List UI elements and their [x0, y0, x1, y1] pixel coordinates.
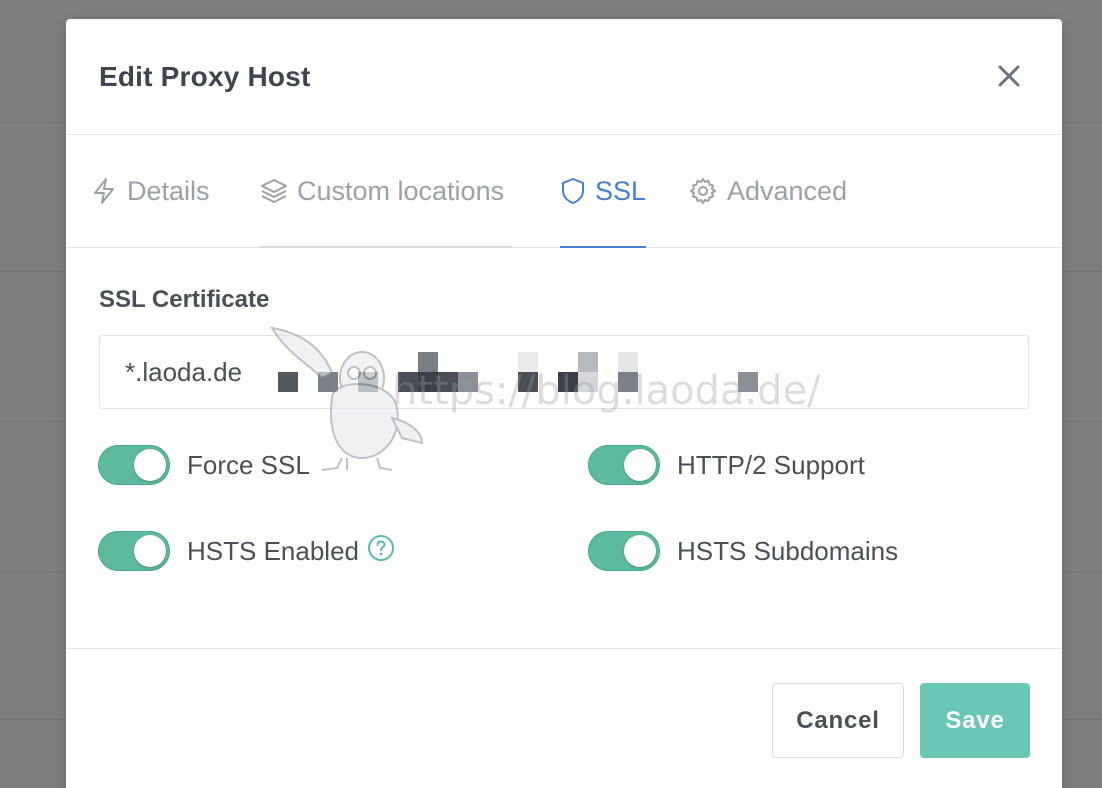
hsts-enabled-toggle[interactable] — [98, 531, 170, 571]
edit-proxy-host-modal: Edit Proxy Host Details Custom locations — [66, 19, 1062, 788]
save-button[interactable]: Save — [920, 683, 1030, 758]
close-button[interactable] — [992, 59, 1026, 93]
help-icon[interactable] — [367, 534, 395, 562]
toggle-knob — [624, 449, 656, 481]
tab-custom-locations-label: Custom locations — [297, 175, 505, 206]
gear-icon — [690, 178, 716, 204]
tab-details-label: Details — [127, 175, 210, 206]
cancel-button[interactable]: Cancel — [772, 683, 904, 758]
tab-custom-locations[interactable]: Custom locations — [260, 135, 504, 247]
tab-advanced-label: Advanced — [727, 175, 848, 206]
http2-row: HTTP/2 Support — [588, 445, 865, 485]
force-ssl-label: Force SSL — [187, 449, 310, 480]
modal-title: Edit Proxy Host — [99, 61, 311, 92]
toggle-knob — [134, 449, 166, 481]
close-icon — [998, 65, 1020, 87]
hsts-subdomains-row: HSTS Subdomains — [588, 531, 898, 571]
ssl-certificate-select[interactable]: *.laoda.de — [99, 335, 1029, 409]
modal-header: Edit Proxy Host — [66, 19, 1062, 135]
hsts-enabled-row: HSTS Enabled — [98, 531, 395, 571]
modal-footer: Cancel Save — [66, 648, 1062, 788]
ssl-tab-panel: SSL Certificate *.laoda.de Force SSL HTT… — [66, 248, 1062, 648]
ssl-certificate-label: SSL Certificate — [99, 286, 270, 313]
shield-icon — [562, 178, 584, 204]
http2-support-label: HTTP/2 Support — [677, 449, 865, 480]
tab-advanced[interactable]: Advanced — [688, 135, 847, 247]
layers-icon — [261, 179, 287, 203]
toggle-knob — [134, 535, 166, 567]
toggle-knob — [624, 535, 656, 567]
force-ssl-toggle[interactable] — [98, 445, 170, 485]
hsts-subdomains-label: HSTS Subdomains — [677, 535, 899, 566]
hsts-enabled-label: HSTS Enabled — [187, 535, 359, 566]
hsts-subdomains-toggle[interactable] — [588, 531, 660, 571]
http2-support-toggle[interactable] — [588, 445, 660, 485]
force-ssl-row: Force SSL — [98, 445, 310, 485]
ssl-certificate-value: *.laoda.de — [125, 356, 243, 387]
lightning-icon — [94, 178, 114, 204]
tab-details[interactable]: Details — [90, 135, 210, 247]
tab-ssl[interactable]: SSL — [560, 135, 647, 248]
tab-bar: Details Custom locations SSL Advanced — [66, 135, 1062, 248]
tab-ssl-label: SSL — [595, 175, 647, 206]
